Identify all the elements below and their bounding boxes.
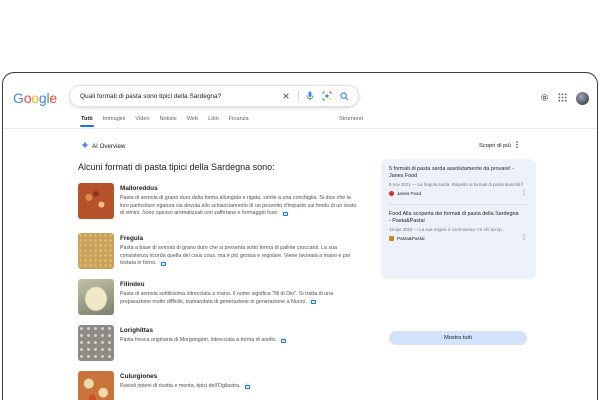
- list-item: Fregula Pasta a base di semola di grano …: [78, 233, 358, 269]
- source-title[interactable]: 5 formati di pasta sarda assolutamente d…: [389, 166, 521, 180]
- google-logo[interactable]: Google: [13, 90, 57, 106]
- source-snippet: 18 apr 2022 — La sua origine è controver…: [389, 227, 506, 232]
- header-actions: [540, 89, 589, 107]
- pasta-thumbnail[interactable]: [78, 183, 114, 219]
- pasta-thumbnail[interactable]: [78, 279, 114, 315]
- lens-icon[interactable]: [321, 90, 333, 102]
- list-item: Filindeu Pasta di semola sottilissima in…: [78, 279, 358, 315]
- avatar[interactable]: [576, 91, 589, 105]
- source-card[interactable]: 5 formati di pasta sarda assolutamente d…: [389, 166, 528, 196]
- janes-food-favicon: [389, 191, 394, 196]
- list-item: Malloreddus Pasta di semola di grano dur…: [78, 183, 358, 219]
- tab-video[interactable]: Video: [135, 116, 149, 127]
- learn-more-label: Scopri di più: [479, 142, 511, 149]
- item-description: Pasta di semola sottilissima intrecciata…: [120, 291, 334, 305]
- browser-frame: Google Tutti Immagini Video Notizie Web …: [2, 72, 598, 400]
- more-vert-icon[interactable]: [516, 141, 518, 150]
- source-snippet: 9 nov 2021 — La fregula sarda. Rispetto …: [389, 182, 523, 187]
- tabs-divider: [3, 128, 597, 129]
- clear-icon[interactable]: [280, 90, 292, 102]
- search-tabs: Tutti Immagini Video Notizie Web Libri F…: [80, 116, 249, 127]
- source-site-name: Janes Food: [397, 191, 422, 196]
- logo-letter: e: [49, 90, 57, 106]
- source-site: Pasta&Pastai: [389, 236, 528, 241]
- logo-letter: G: [13, 90, 24, 106]
- list-item: Culurgiones Ravioli ripieni di ricotta e…: [78, 371, 358, 400]
- list-item: Lorighittas Pasta fresca originaria di M…: [78, 325, 358, 361]
- item-description: Pasta a base di semola di grano duro che…: [120, 245, 350, 267]
- more-vert-icon[interactable]: ⋮: [521, 190, 527, 196]
- microphone-icon[interactable]: [304, 90, 316, 102]
- search-divider: [298, 90, 299, 102]
- item-description: Ravioli ripieni di ricotta e menta, tipi…: [120, 383, 251, 391]
- item-title: Filindeu: [120, 281, 145, 288]
- link-chip-icon[interactable]: [158, 260, 167, 266]
- link-chip-icon[interactable]: [280, 210, 289, 216]
- source-title[interactable]: Food Alla scoperta dei formati di pasta …: [389, 211, 521, 225]
- apps-grid-icon[interactable]: [558, 89, 567, 107]
- pasta-thumbnail[interactable]: [78, 233, 114, 269]
- tab-notizie[interactable]: Notizie: [160, 116, 177, 127]
- link-chip-icon[interactable]: [308, 298, 317, 305]
- pasta-thumbnail[interactable]: [78, 325, 114, 361]
- item-title: Fregula: [120, 235, 144, 242]
- overview-title: Alcuni formati di pasta tipici della Sar…: [78, 162, 275, 172]
- item-description: Pasta di semola di grano duro dalla form…: [120, 195, 357, 217]
- ai-overview-label: AI Overview: [92, 142, 126, 150]
- source-site: Janes Food: [389, 191, 528, 196]
- sources-panel: 5 formati di pasta sarda assolutamente d…: [381, 159, 536, 345]
- search-input[interactable]: [80, 92, 275, 100]
- show-all-button[interactable]: Mostra tutti: [389, 331, 527, 345]
- more-vert-icon[interactable]: ⋮: [521, 235, 527, 241]
- search-icon[interactable]: [338, 90, 350, 102]
- link-chip-icon[interactable]: [278, 337, 287, 343]
- tab-tutti[interactable]: Tutti: [80, 116, 94, 127]
- learn-more-button[interactable]: Scopri di più: [479, 141, 518, 150]
- ai-overview-header: AI Overview: [81, 141, 125, 151]
- tab-libri[interactable]: Libri: [208, 116, 219, 127]
- panel-divider: [389, 204, 528, 205]
- item-title: Malloreddus: [120, 185, 158, 192]
- source-card[interactable]: Food Alla scoperta dei formati di pasta …: [389, 211, 528, 241]
- tab-finanza[interactable]: Finanza: [229, 116, 249, 127]
- source-site-name: Pasta&Pastai: [397, 236, 425, 241]
- tab-web[interactable]: Web: [187, 116, 198, 127]
- pasta-pastai-favicon: [389, 236, 394, 241]
- item-description: Pasta fresca originaria di Morgongiori, …: [120, 337, 287, 345]
- sparkle-icon: [81, 141, 89, 151]
- item-title: Culurgiones: [120, 373, 158, 380]
- settings-icon[interactable]: [540, 89, 549, 107]
- tools-button[interactable]: Strumenti: [339, 116, 363, 122]
- item-title: Lorighittas: [120, 327, 154, 334]
- search-box[interactable]: [69, 85, 359, 107]
- link-chip-icon[interactable]: [242, 383, 251, 389]
- tab-immagini[interactable]: Immagini: [103, 116, 126, 127]
- logo-letter: o: [31, 90, 39, 106]
- pasta-thumbnail[interactable]: [78, 371, 114, 400]
